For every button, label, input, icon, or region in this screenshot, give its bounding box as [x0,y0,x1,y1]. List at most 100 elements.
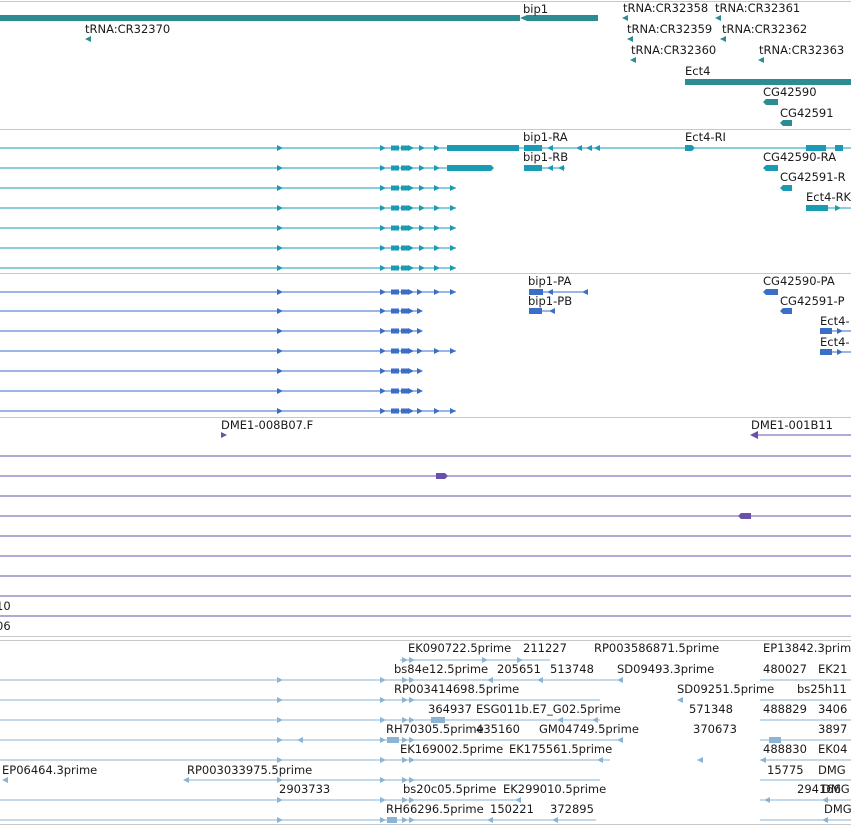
exon-block[interactable] [738,513,751,519]
strand-arrow-right [434,348,440,354]
strand-arrow-right [408,205,414,211]
exon-block[interactable] [447,165,494,171]
gene-bar-bip1[interactable] [0,15,520,21]
strand-arrow-left [586,145,592,151]
strand-arrow-left [697,757,703,763]
exon-block[interactable] [780,308,792,314]
exon-block[interactable] [401,245,408,251]
est-label: RH66296.5prime [386,802,484,816]
exon-block[interactable] [780,120,792,126]
strand-arrow-right [380,368,386,374]
strand-arrow-right [380,757,386,763]
strand-arrow-right [277,677,283,683]
strand-arrow-right [380,225,386,231]
exon-block[interactable] [763,165,778,171]
exon-block[interactable] [401,225,408,231]
strand-arrow-right [380,388,386,394]
strand-arrow-left [822,817,828,823]
exon-block[interactable] [391,328,399,334]
strand-arrow-left [720,36,726,42]
strand-arrow-right [408,225,414,231]
exon-block[interactable] [835,145,843,151]
exon-block[interactable] [685,145,695,151]
exon-block[interactable] [391,348,399,354]
transcript-track-1: bip1-RA bip1-RB Ect4-RI CG42590-RA CG42591-R… [0,130,851,271]
exon-block[interactable] [401,205,408,211]
est-label: bs25h11 [797,682,847,696]
exon-block[interactable] [820,328,832,334]
strand-arrow-right [450,185,456,191]
strand-arrow-right [419,205,425,211]
gene-label: tRNA:CR32363 [759,43,844,57]
est-label: 3897 [818,722,847,736]
exon-block[interactable] [401,308,408,314]
exon-block[interactable] [391,388,399,394]
protein-label: bip1-PA [528,274,571,288]
exon-block[interactable] [806,205,828,211]
exon-block[interactable] [763,289,778,295]
strand-arrow-right [277,408,283,414]
exon-block[interactable] [401,328,408,334]
exon-block[interactable] [391,245,399,251]
strand-arrow-right [402,757,408,763]
strand-arrow-right [837,349,843,355]
strand-arrow-right [408,308,414,314]
strand-arrow-right [408,289,414,295]
est-label: EK169002.5prime [400,742,503,756]
exon-block[interactable] [401,348,408,354]
strand-arrow-left [547,165,553,171]
exon-block[interactable] [387,817,397,823]
exon-block[interactable] [524,165,542,171]
exon-block[interactable] [391,289,399,295]
strand-arrow-right [450,348,456,354]
exon-block[interactable] [391,225,399,231]
exon-block[interactable] [391,185,399,191]
gene-label: tRNA:CR32358 [623,1,708,15]
exon-block[interactable] [401,185,408,191]
strand-arrow-left [617,677,623,683]
exon-block[interactable] [391,368,399,374]
exon-block[interactable] [391,265,399,271]
exon-block[interactable] [391,408,399,414]
strand-arrow-right [277,328,283,334]
exon-block[interactable] [401,165,408,171]
strand-arrow-right [277,205,283,211]
cdna-label: 06 [0,619,11,633]
strand-arrow-left [537,677,543,683]
exon-block[interactable] [401,388,408,394]
est-label: EP13842.3prim [763,641,851,655]
est-label: 488830 [763,742,807,756]
exon-block[interactable] [391,308,399,314]
strand-arrow-right [277,737,283,743]
gene-label: CG42590 [763,85,817,99]
gene-label: tRNA:CR32360 [631,43,716,57]
est-label: 364937 [428,702,472,716]
exon-block[interactable] [529,308,542,314]
exon-block[interactable] [401,408,408,414]
exon-block[interactable] [763,99,778,105]
strand-arrow-right [417,368,423,374]
cdna-track: DME1-008B07.F DME1-001B11 10 06 [0,418,851,633]
exon-block[interactable] [387,737,399,743]
strand-arrow-right [277,817,283,823]
transcript-label: bip1-RA [523,130,568,144]
strand-arrow-right [380,165,386,171]
exon-block[interactable] [391,165,399,171]
exon-block[interactable] [401,289,408,295]
exon-block[interactable] [820,349,832,355]
est-label: ESG011b.E7_G02.5prime [476,702,621,716]
strand-arrow-left [558,165,564,171]
exon-block-bip1-ra[interactable] [447,145,519,151]
exon-block[interactable] [401,368,408,374]
exon-block[interactable] [401,265,408,271]
est-label: EK21 [818,662,847,676]
gene-label: tRNA:CR32361 [715,1,800,15]
exon-block[interactable] [401,145,408,151]
gene-label: tRNA:CR32362 [722,22,807,36]
exon-block[interactable] [391,205,399,211]
exon-block[interactable] [391,145,399,151]
exon-block[interactable] [780,185,792,191]
strand-arrow-right [380,348,386,354]
exon-block[interactable] [436,473,448,479]
strand-arrow-right [417,308,423,314]
